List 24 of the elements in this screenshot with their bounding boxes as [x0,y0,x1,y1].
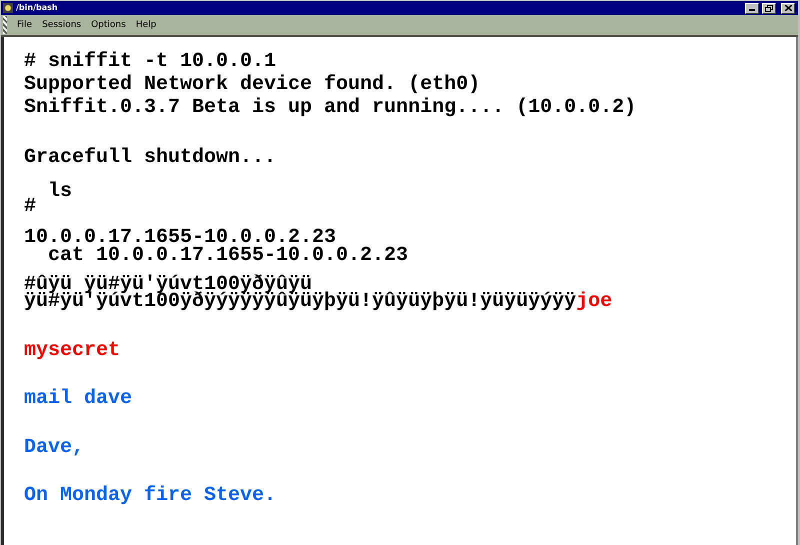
terminal-text: Supported Network device found. (eth0) [24,73,480,96]
terminal-text: cat 10.0.0.17.1655-10.0.0.2.23 [47,244,408,267]
restore-button[interactable] [762,2,776,14]
terminal-text: # sniffit -t 10.0.0.1 [24,50,276,73]
terminal-text: ls [47,180,72,203]
menu-item[interactable]: File [15,20,32,30]
terminal-app-icon [3,3,13,13]
terminal-text: Sniffit.0.3.7 Beta is up and running.... (10.0.0.2) [24,96,636,119]
close-icon [784,5,792,11]
terminal-text: Dave, [24,436,84,459]
menu-item[interactable]: Options [89,20,126,30]
menu-item[interactable]: Help [134,20,156,30]
terminal-text: mail dave [24,387,132,410]
terminal-text: Gracefull shutdown... [24,146,276,169]
terminal-text: mysecret [24,339,120,362]
restore-icon [765,4,773,12]
terminal-text: joe [576,290,612,313]
menu-grip[interactable] [3,16,7,34]
close-button[interactable] [781,2,795,14]
window-title: /bin/bash [16,3,59,13]
minimize-button[interactable] [745,2,759,14]
terminal-text: On Monday fire Steve. [24,484,276,507]
terminal-text: # [24,195,36,218]
menu-item[interactable]: Sessions [40,20,82,30]
